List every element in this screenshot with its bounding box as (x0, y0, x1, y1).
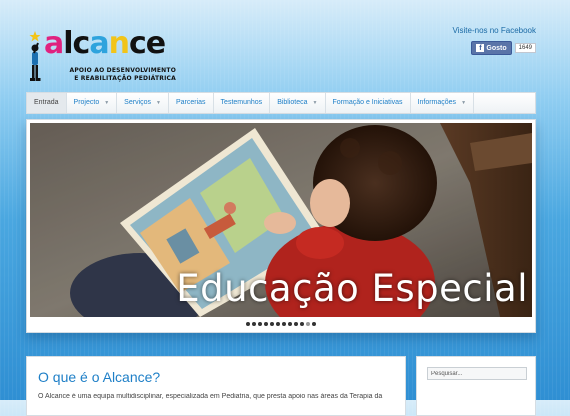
slider-dot-active[interactable] (306, 322, 310, 326)
site-logo[interactable]: alcance APOIO AO DESENVOLVIMENTO E REABI… (26, 27, 176, 85)
slider-dot[interactable] (252, 322, 256, 326)
nav-item-label: Serviços (124, 99, 152, 106)
nav-item-servicos[interactable]: Serviços ▼ (117, 93, 169, 113)
nav-item-formacao[interactable]: Formação e Iniciativas (326, 93, 411, 113)
slider-dot[interactable] (282, 322, 286, 326)
logo-wordmark: alcance (44, 26, 166, 61)
chevron-down-icon: ▼ (312, 100, 318, 106)
child-figure-icon (29, 31, 41, 81)
page-wrapper: alcance APOIO AO DESENVOLVIMENTO E REABI… (26, 0, 536, 416)
like-label: Gosto (486, 44, 507, 52)
chevron-down-icon: ▼ (461, 100, 467, 106)
nav-item-label: Entrada (34, 99, 59, 106)
nav-item-label: Informações (417, 99, 457, 106)
nav-item-label: Testemunhos (220, 99, 263, 106)
nav-item-informacoes[interactable]: Informações ▼ (411, 93, 475, 113)
sidebar (416, 356, 536, 416)
chevron-down-icon: ▼ (156, 100, 161, 106)
about-heading: O que é o Alcance? (38, 369, 161, 385)
like-count: 1649 (514, 43, 536, 53)
chevron-down-icon: ▼ (104, 100, 110, 106)
nav-item-label: Parcerias (175, 99, 206, 106)
main-nav: Entrada Projecto ▼ Serviços ▼ Parcerias Te… (26, 92, 536, 114)
nav-item-biblioteca[interactable]: Biblioteca ▼ (270, 93, 326, 113)
slide-image[interactable]: Educação Especial (30, 123, 532, 317)
slide-title: Educação Especial (176, 267, 528, 310)
facebook-icon: f (476, 44, 485, 52)
slider-dot[interactable] (264, 322, 268, 326)
nav-item-label: Biblioteca (277, 99, 308, 106)
logo-tagline-1: APOIO AO DESENVOLVIMENTO (69, 67, 176, 74)
nav-item-projecto[interactable]: Projecto ▼ (67, 93, 118, 113)
nav-item-label: Projecto (73, 99, 100, 106)
slider-dot[interactable] (246, 322, 250, 326)
nav-item-label: Formação e Iniciativas (332, 99, 403, 106)
like-button[interactable]: f Gosto (471, 41, 512, 55)
facebook-like-widget: f Gosto 1649 (471, 41, 536, 55)
slider-dot[interactable] (270, 322, 274, 326)
search-input[interactable] (427, 367, 527, 380)
nav-item-parcerias[interactable]: Parcerias (169, 93, 214, 113)
slider-dot[interactable] (288, 322, 292, 326)
slider-pagination (27, 322, 535, 326)
image-slider: Educação Especial (26, 119, 536, 333)
slider-dot[interactable] (300, 322, 304, 326)
slider-dot[interactable] (294, 322, 298, 326)
about-section: O que é o Alcance? O Alcance é uma equip… (26, 356, 406, 416)
nav-item-testemunhos[interactable]: Testemunhos (214, 93, 271, 113)
slider-dot[interactable] (276, 322, 280, 326)
slider-dot[interactable] (258, 322, 262, 326)
logo-tagline-2: E REABILITAÇÃO PEDIÁTRICA (74, 75, 176, 82)
slider-dot[interactable] (312, 322, 316, 326)
facebook-link[interactable]: Visite-nos no Facebook (453, 26, 536, 35)
nav-item-entrada[interactable]: Entrada (27, 93, 67, 113)
about-intro: O Alcance é uma equipa multidisciplinar,… (38, 393, 383, 400)
